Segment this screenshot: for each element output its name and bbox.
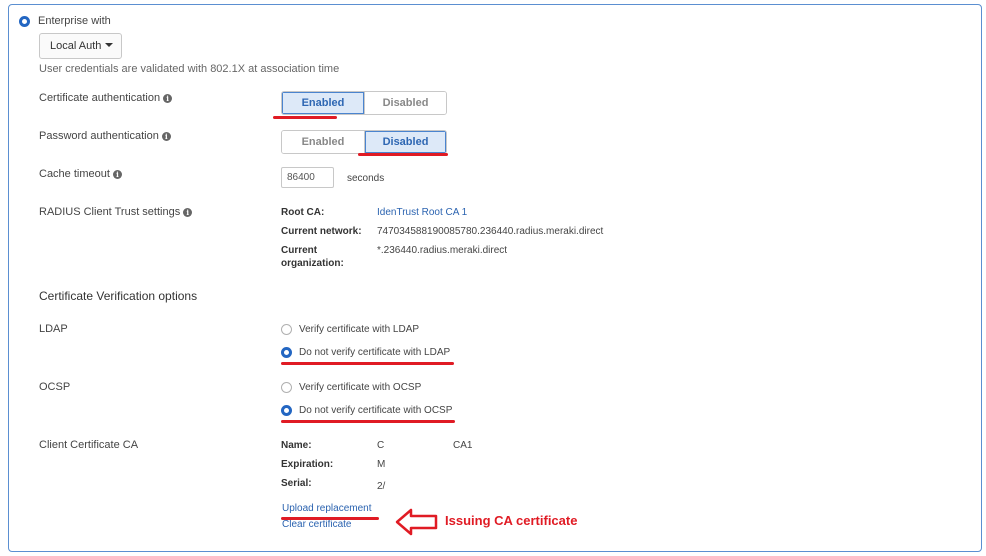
enterprise-radio[interactable]: [19, 16, 30, 27]
annotation-underline-upload: [281, 517, 379, 520]
cache-timeout-input[interactable]: 86400: [281, 167, 334, 188]
client-ca-name-key: Name:: [281, 440, 312, 451]
client-ca-expiration-value: M: [377, 459, 386, 470]
client-ca-serial-value: 2/: [377, 481, 386, 492]
auth-mode-dropdown-value: Local Auth: [50, 40, 102, 52]
ldap-label: LDAP: [39, 323, 68, 335]
client-ca-name-value-end: CA1: [453, 440, 473, 451]
certificate-auth-enabled-button[interactable]: Enabled: [282, 92, 364, 114]
ldap-no-verify-label: Do not verify certificate with LDAP: [299, 347, 451, 358]
client-ca-serial-key: Serial:: [281, 478, 312, 489]
cache-timeout-label: Cache timeout i: [39, 168, 122, 180]
certificate-auth-label: Certificate authentication i: [39, 92, 173, 104]
info-icon: i: [112, 170, 122, 179]
certificate-auth-disabled-button[interactable]: Disabled: [364, 92, 446, 114]
settings-panel: Enterprise with Local Auth User credenti…: [8, 4, 982, 552]
current-org-key-line2: organization:: [281, 258, 344, 269]
auth-mode-dropdown[interactable]: Local Auth: [39, 33, 122, 59]
info-icon: i: [183, 208, 193, 217]
client-ca-name-value-start: C: [377, 440, 385, 451]
current-network-key: Current network:: [281, 226, 362, 237]
ocsp-no-verify-label: Do not verify certificate with OCSP: [299, 405, 453, 416]
clear-certificate-link[interactable]: Clear certificate: [282, 519, 351, 530]
ocsp-label: OCSP: [39, 381, 71, 393]
root-ca-key: Root CA:: [281, 207, 325, 218]
current-network-value: 747034588190085780.236440.radius.meraki.…: [377, 226, 604, 237]
ocsp-verify-label: Verify certificate with OCSP: [299, 382, 422, 393]
annotation-text: Issuing CA certificate: [445, 513, 578, 528]
client-ca-label: Client Certificate CA: [39, 439, 139, 451]
cache-timeout-unit: seconds: [347, 173, 385, 184]
root-ca-link[interactable]: IdenTrust Root CA 1: [377, 207, 467, 218]
client-ca-expiration-key: Expiration:: [281, 459, 334, 470]
chevron-down-icon: [105, 43, 114, 47]
annotation-underline-password-disabled: [358, 153, 448, 156]
annotation-underline-ocsp: [281, 420, 455, 423]
password-auth-label: Password authentication i: [39, 130, 171, 142]
ldap-no-verify-radio[interactable]: [281, 347, 292, 358]
enterprise-label: Enterprise with: [38, 15, 111, 27]
password-auth-disabled-button[interactable]: Disabled: [364, 131, 446, 153]
verification-section-title: Certificate Verification options: [39, 289, 198, 303]
ldap-verify-radio[interactable]: [281, 324, 292, 335]
upload-replacement-link[interactable]: Upload replacement: [282, 503, 372, 514]
annotation-underline-cert-enabled: [273, 116, 337, 119]
annotation-arrow-icon: [395, 508, 438, 536]
current-org-value: *.236440.radius.meraki.direct: [377, 245, 508, 256]
password-auth-toggle: Enabled Disabled: [281, 130, 447, 154]
ocsp-verify-radio[interactable]: [281, 382, 292, 393]
annotation-underline-ldap: [281, 362, 454, 365]
info-icon: i: [163, 94, 173, 103]
ldap-verify-label: Verify certificate with LDAP: [299, 324, 420, 335]
auth-mode-hint: User credentials are validated with 802.…: [39, 63, 340, 75]
current-org-key-line1: Current: [281, 245, 318, 256]
radius-trust-label: RADIUS Client Trust settings i: [39, 206, 193, 218]
certificate-auth-toggle: Enabled Disabled: [281, 91, 447, 115]
password-auth-enabled-button[interactable]: Enabled: [282, 131, 364, 153]
info-icon: i: [161, 132, 171, 141]
ocsp-no-verify-radio[interactable]: [281, 405, 292, 416]
